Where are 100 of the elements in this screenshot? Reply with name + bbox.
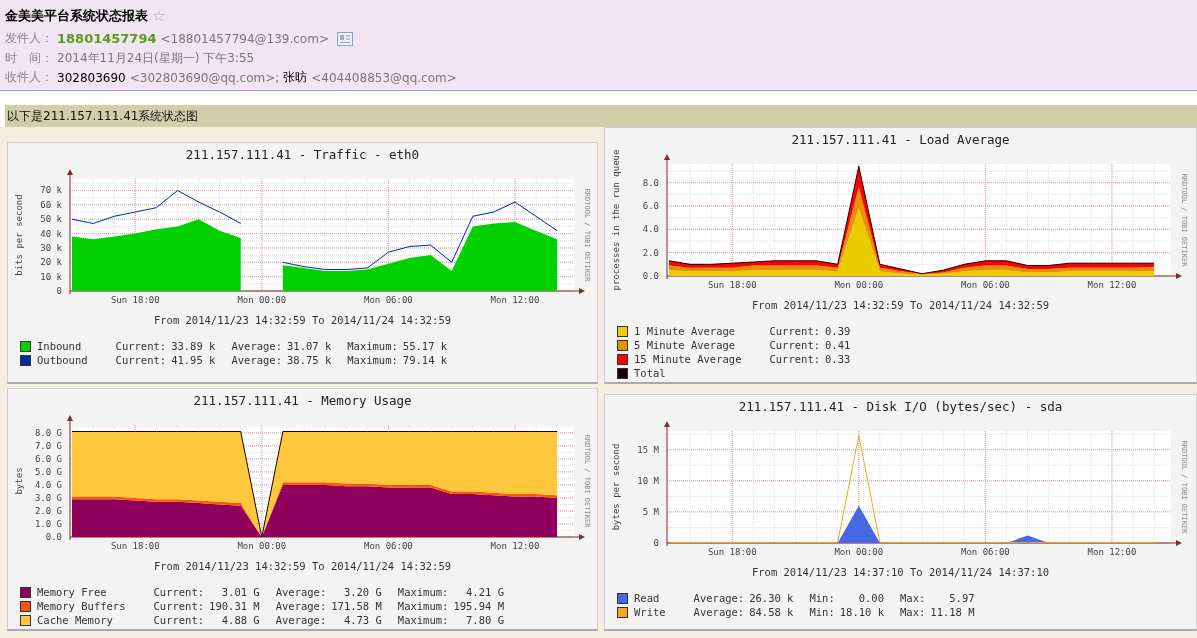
axis-tick-label: Mon 00:00 bbox=[834, 547, 884, 557]
axis-tick-label: 0.0 bbox=[45, 532, 62, 542]
axis-tick-label: Mon 06:00 bbox=[961, 547, 1010, 557]
stat-label: Max: bbox=[899, 605, 927, 619]
stat-value: 79.14 k bbox=[402, 353, 449, 367]
axis-tick-label: Sun 18:00 bbox=[110, 541, 160, 551]
axis-tick-label: 6.0 G bbox=[34, 453, 62, 464]
stat-value: 33.89 k bbox=[171, 339, 217, 353]
stat-label: Current: bbox=[757, 338, 826, 352]
axis-title: bits per second bbox=[14, 194, 24, 276]
axis-tick-label: Mon 06:00 bbox=[364, 295, 413, 305]
stat-value: 4.21 G bbox=[465, 585, 505, 599]
sent-time: 2014年11月24日(星期一) 下午3:55 bbox=[57, 49, 255, 67]
stat-label: Min: bbox=[808, 605, 836, 619]
legend-label: 15 Minute Average bbox=[634, 352, 742, 366]
field-label: 发件人： bbox=[5, 30, 53, 48]
stat-label: Maximum: bbox=[396, 599, 450, 613]
recipient-name[interactable]: 张昉 bbox=[283, 69, 308, 87]
axis-tick-label: Mon 12:00 bbox=[1087, 280, 1137, 290]
axis-tick-label: 10 k bbox=[40, 271, 62, 282]
stat-label: Current: bbox=[152, 585, 206, 599]
stat-value: 0.39 bbox=[825, 324, 852, 338]
stat-value: 55.17 k bbox=[402, 339, 449, 353]
axis-tick-label: 8.0 G bbox=[34, 427, 62, 438]
axis-tick-label: 40 k bbox=[40, 228, 62, 239]
axis-tick-label: 5 M bbox=[642, 506, 659, 517]
axis-tick-label: 2.0 bbox=[642, 247, 659, 258]
time-range: From 2014/11/23 14:32:59 To 2014/11/24 14:32:59 bbox=[152, 313, 453, 328]
legend-label: Write bbox=[634, 605, 666, 619]
axis-tick-label: 0 bbox=[56, 286, 62, 296]
axis-tick-label: 15 M bbox=[637, 444, 659, 455]
legend-label: Total bbox=[634, 366, 666, 380]
stat-label: Current: bbox=[757, 352, 826, 366]
time-range: From 2014/11/23 14:32:59 To 2014/11/24 14:32:59 bbox=[152, 559, 453, 574]
stat-label: Current: bbox=[103, 339, 172, 353]
stat-value: 195.94 M bbox=[453, 599, 505, 613]
stat-label: Maximum: bbox=[335, 353, 403, 367]
stat-label: Min: bbox=[808, 591, 836, 605]
email-subject: 金美美平台系统状态报表 bbox=[5, 7, 148, 25]
axis-tick-label: 4.0 G bbox=[34, 479, 62, 490]
axis-tick-label: 20 k bbox=[40, 257, 62, 268]
axis-title: bytes per second bbox=[611, 443, 621, 531]
time-range: From 2014/11/23 14:37:10 To 2014/11/24 14:37:10 bbox=[750, 565, 1051, 580]
axis-tick-label: Mon 00:00 bbox=[237, 541, 287, 551]
legend-label: Inbound bbox=[37, 339, 82, 353]
axis-tick-label: 0 bbox=[653, 538, 659, 548]
stat-value: 3.20 G bbox=[342, 585, 383, 599]
stat-label: Average: bbox=[681, 605, 750, 619]
stat-value: 190.31 M bbox=[209, 599, 261, 613]
stat-label: Current: bbox=[152, 613, 206, 627]
axis-tick-label: 50 k bbox=[40, 214, 62, 225]
axis-tick-label: Mon 12:00 bbox=[490, 295, 540, 305]
stat-label: Maximum: bbox=[396, 585, 450, 599]
stat-label: Average: bbox=[274, 585, 328, 599]
stat-label: Average: bbox=[692, 591, 746, 605]
axis-tick-label: 3.0 G bbox=[34, 492, 62, 503]
axis-tick-label: 70 k bbox=[40, 185, 62, 196]
legend-label: Outbound bbox=[37, 353, 88, 367]
axis-tick-label: 10 M bbox=[637, 475, 659, 486]
axis-tick-label: Sun 18:00 bbox=[707, 547, 757, 557]
recipient-name[interactable]: 302803690 bbox=[57, 70, 126, 85]
banner-text: 以下是211.157.111.41系统状态图 bbox=[5, 105, 1197, 127]
stat-label: Current: bbox=[152, 599, 206, 613]
stat-label: Maximum: bbox=[335, 339, 403, 353]
contact-card-icon[interactable] bbox=[336, 31, 353, 46]
legend-label: 1 Minute Average bbox=[634, 324, 736, 338]
legend-label: Memory Buffers bbox=[37, 599, 126, 613]
axis-tick-label: Mon 06:00 bbox=[961, 280, 1010, 290]
stat-label: Average: bbox=[219, 339, 287, 353]
stat-value: 0.00 bbox=[857, 591, 885, 605]
stat-value: 31.07 k bbox=[287, 339, 333, 353]
axis-tick-label: Sun 18:00 bbox=[707, 280, 757, 290]
axis-tick-label: Mon 00:00 bbox=[237, 295, 287, 305]
axis-tick-label: Sun 18:00 bbox=[110, 295, 160, 305]
stat-value: 38.75 k bbox=[287, 353, 333, 367]
graph-title: 211.157.111.41 - Memory Usage bbox=[192, 392, 413, 409]
legend-label: Read bbox=[634, 591, 660, 605]
stat-value: 171.58 M bbox=[331, 599, 383, 613]
time-range: From 2014/11/23 14:32:59 To 2014/11/24 14:32:59 bbox=[750, 298, 1051, 313]
axis-tick-label: 8.0 bbox=[642, 177, 659, 188]
graph-title: 211.157.111.41 - Load Average bbox=[790, 131, 1011, 148]
axis-tick-label: Mon 06:00 bbox=[364, 541, 413, 551]
axis-tick-label: 1.0 G bbox=[34, 519, 62, 529]
field-label: 收件人： bbox=[5, 69, 53, 87]
stat-label: Current: bbox=[757, 324, 826, 338]
axis-tick-label: 60 k bbox=[40, 199, 62, 210]
recipient-address: <302803690@qq.com>; bbox=[129, 70, 280, 85]
stat-label: Average: bbox=[274, 599, 328, 613]
stat-value: 11.18 M bbox=[930, 605, 976, 619]
stat-value: 4.88 G bbox=[220, 613, 261, 627]
graph-title: 211.157.111.41 - Disk I/O (bytes/sec) - sda bbox=[737, 398, 1064, 415]
axis-title: processes in the run queue bbox=[611, 149, 621, 291]
axis-tick-label: Mon 12:00 bbox=[490, 541, 540, 551]
stat-value: 0.33 bbox=[825, 352, 852, 366]
axis-tick-label: 5.0 G bbox=[34, 466, 62, 477]
axis-tick-label: 4.0 bbox=[642, 224, 659, 235]
axis-tick-label: 30 k bbox=[40, 242, 62, 253]
stat-label: Maximum: bbox=[396, 613, 450, 627]
axis-title: bytes bbox=[14, 467, 24, 495]
axis-tick-label: Mon 00:00 bbox=[834, 280, 884, 290]
